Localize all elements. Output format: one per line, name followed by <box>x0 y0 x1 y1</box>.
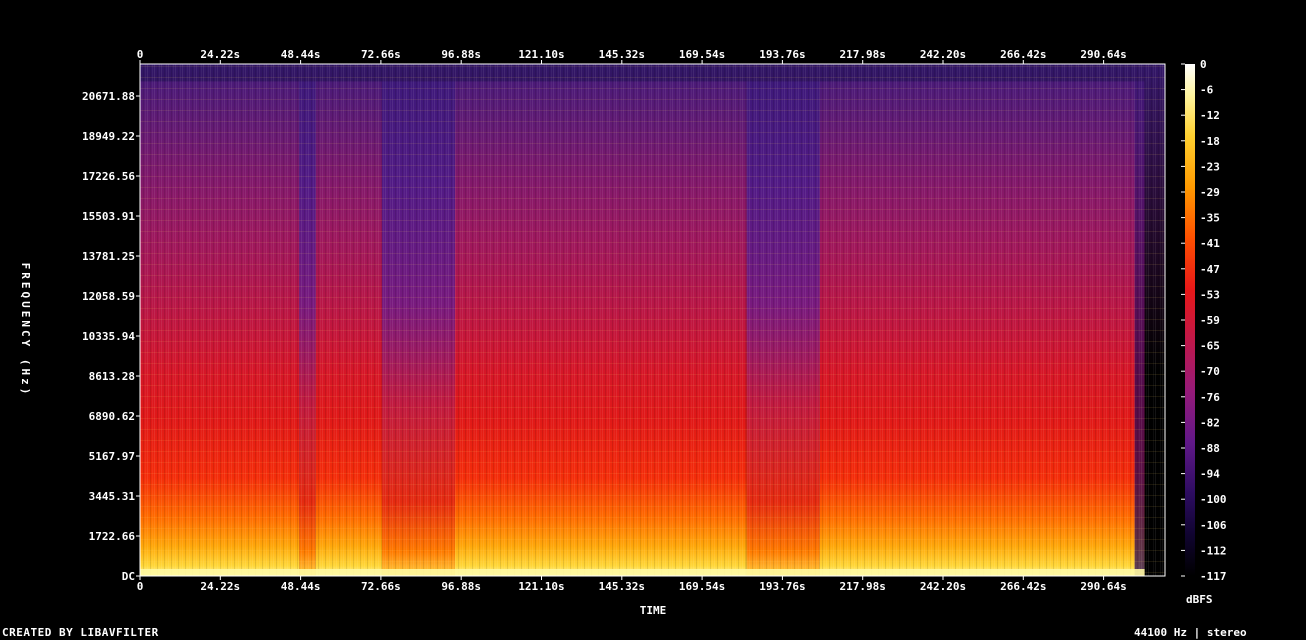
y-tick-label: 6890.62 <box>89 410 135 423</box>
footer-info: 44100 Hz | stereo <box>1134 626 1247 639</box>
colorbar-tick-label: -100 <box>1200 493 1227 506</box>
x-tick-top-label: 24.22s <box>200 48 240 61</box>
spectrogram-dc-band <box>140 569 1145 576</box>
colorbar-tick-label: -6 <box>1200 84 1214 97</box>
y-tick-label: 3445.31 <box>89 490 136 503</box>
colorbar-tick-label: -53 <box>1200 288 1220 301</box>
x-tick-bottom-label: 72.66s <box>361 580 401 593</box>
y-axis-label: FREQUENCY (Hz) <box>19 263 32 398</box>
x-tick-top-label: 290.64s <box>1080 48 1126 61</box>
y-tick-label: 17226.56 <box>82 170 135 183</box>
colorbar-tick-label: -82 <box>1200 416 1220 429</box>
colorbar-gradient-bar <box>1185 64 1195 576</box>
y-tick-label: 20671.88 <box>82 90 135 103</box>
x-tick-bottom-label: 121.10s <box>518 580 564 593</box>
colorbar: 0 -6 -12 -18 -23 -29 -35 -41 -47 -53 -59 -65 -70 -76 -… <box>1181 58 1227 606</box>
y-tick-label: 5167.97 <box>89 450 135 463</box>
x-tick-top-label: 145.32s <box>599 48 645 61</box>
spectrogram-harmonic-overlay <box>140 64 1165 576</box>
x-tick-bottom-label: 193.76s <box>759 580 805 593</box>
y-tick-label: 15503.91 <box>82 210 135 223</box>
x-tick-top-label: 266.42s <box>1000 48 1046 61</box>
colorbar-tick-label: -70 <box>1200 365 1220 378</box>
x-tick-bottom-label: 169.54s <box>679 580 725 593</box>
x-tick-top-label: 72.66s <box>361 48 401 61</box>
colorbar-tick-label: -35 <box>1200 212 1220 225</box>
x-tick-top-label: 0 <box>137 48 144 61</box>
y-tick-label: DC <box>122 570 135 583</box>
spectrogram-plot-area <box>140 64 1165 576</box>
colorbar-tick-label: -106 <box>1200 519 1227 532</box>
y-tick-label: 13781.25 <box>82 250 135 263</box>
x-tick-bottom-label: 242.20s <box>920 580 966 593</box>
colorbar-tick-label: -117 <box>1200 570 1227 583</box>
colorbar-tick-label: -47 <box>1200 263 1220 276</box>
x-tick-top-label: 217.98s <box>840 48 886 61</box>
colorbar-tick-label: -65 <box>1200 340 1220 353</box>
x-ticks-bottom: 0 24.22s 48.44s 72.66s 96.88s 121.10s 145.32s 1… <box>137 576 1127 593</box>
x-tick-bottom-label: 217.98s <box>840 580 886 593</box>
x-tick-top-label: 193.76s <box>759 48 805 61</box>
y-tick-label: 1722.66 <box>89 530 136 543</box>
colorbar-tick-label: -59 <box>1200 314 1220 327</box>
colorbar-label: dBFS <box>1186 593 1213 606</box>
x-tick-top-label: 121.10s <box>518 48 564 61</box>
x-tick-bottom-label: 24.22s <box>200 580 240 593</box>
y-tick-label: 10335.94 <box>82 330 135 343</box>
x-tick-top-label: 169.54s <box>679 48 725 61</box>
y-tick-label: 18949.22 <box>82 130 135 143</box>
x-tick-bottom-label: 96.88s <box>441 580 481 593</box>
colorbar-tick-label: -18 <box>1200 135 1220 148</box>
x-tick-bottom-label: 266.42s <box>1000 580 1046 593</box>
colorbar-tick-label: -94 <box>1200 468 1220 481</box>
colorbar-tick-label: -112 <box>1200 544 1227 557</box>
x-tick-bottom-label: 145.32s <box>599 580 645 593</box>
colorbar-tick-label: 0 <box>1200 58 1207 71</box>
x-tick-bottom-label: 0 <box>137 580 144 593</box>
y-tick-label: 8613.28 <box>89 370 135 383</box>
x-axis-label: TIME <box>640 604 667 617</box>
x-tick-top-label: 48.44s <box>281 48 321 61</box>
colorbar-tick-label: -23 <box>1200 160 1220 173</box>
colorbar-tick-label: -29 <box>1200 186 1220 199</box>
colorbar-tick-label: -12 <box>1200 109 1220 122</box>
spectrogram-chart: 0 24.22s 48.44s 72.66s 96.88s 121.10s 145.32s 1… <box>19 48 1227 617</box>
x-tick-top-label: 242.20s <box>920 48 966 61</box>
spectrogram-window: 0 24.22s 48.44s 72.66s 96.88s 121.10s 145.32s 1… <box>0 0 1306 640</box>
x-tick-top-label: 96.88s <box>441 48 481 61</box>
x-ticks-top: 0 24.22s 48.44s 72.66s 96.88s 121.10s 145.32s 1… <box>137 48 1127 64</box>
colorbar-tick-label: -76 <box>1200 391 1220 404</box>
y-ticks: DC 1722.66 3445.31 5167.97 6890.62 8613.28 103… <box>82 90 140 583</box>
x-tick-bottom-label: 290.64s <box>1080 580 1126 593</box>
colorbar-tick-label: -41 <box>1200 237 1220 250</box>
x-tick-bottom-label: 48.44s <box>281 580 321 593</box>
y-tick-label: 12058.59 <box>82 290 135 303</box>
footer-credit: CREATED BY LIBAVFILTER <box>2 626 159 639</box>
colorbar-tick-label: -88 <box>1200 442 1220 455</box>
